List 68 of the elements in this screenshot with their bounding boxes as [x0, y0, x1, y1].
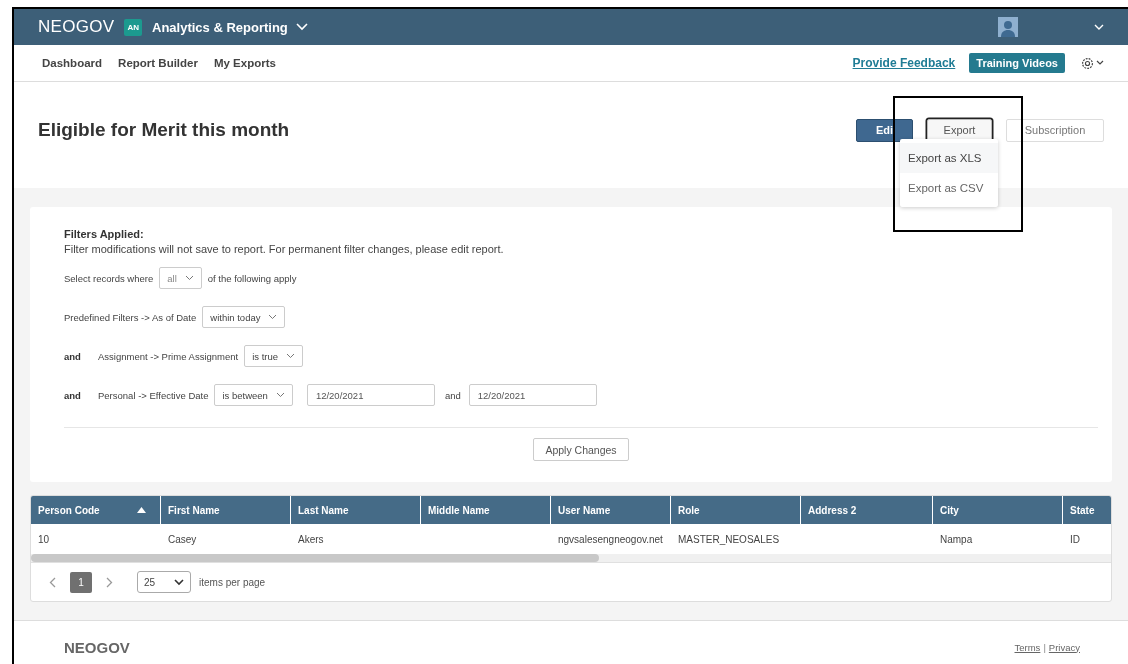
date-field[interactable]: 12/20/2021	[468, 384, 597, 406]
table-cell: Nampa	[940, 533, 973, 545]
operator-dropdown[interactable]: is true	[244, 345, 304, 367]
chevron-down-icon[interactable]	[1094, 23, 1104, 31]
filter-note: Filter modifications will not save to report. For permanent filter changes, please edit report.	[64, 243, 505, 255]
report-action-button[interactable]: Edi	[856, 118, 913, 142]
match-dropdown[interactable]: all	[159, 267, 202, 289]
filter-label: and	[444, 389, 461, 401]
operator-dropdown[interactable]: within today	[202, 306, 286, 328]
page-size-label: items per page	[199, 576, 266, 588]
table-cell: Casey	[168, 533, 197, 545]
chevron-down-icon	[1096, 60, 1104, 66]
avatar-icon[interactable]	[998, 17, 1018, 37]
page-button[interactable]: 1	[70, 571, 92, 593]
table-cell: ID	[1070, 533, 1080, 545]
column-header[interactable]: City	[933, 496, 1063, 524]
menu-item[interactable]: Export as CSV	[900, 173, 998, 203]
table-cell: 10	[38, 533, 50, 545]
settings-icon	[1081, 56, 1094, 70]
training-videos-button[interactable]: Training Videos	[969, 53, 1065, 73]
column-header[interactable]: First Name	[161, 496, 291, 524]
report-action-button[interactable]: Export	[927, 118, 992, 142]
filter-field-label: Assignment -> Prime Assignment	[98, 350, 239, 362]
nav-link[interactable]: Report Builder	[118, 57, 198, 69]
report-action-button[interactable]: Subscription	[1006, 118, 1104, 142]
date-field[interactable]: 12/20/2021	[306, 384, 435, 406]
page-size-dropdown[interactable]: 25	[137, 571, 191, 593]
column-header[interactable]: User Name	[551, 496, 671, 524]
chevron-right-icon[interactable]	[106, 576, 113, 588]
nav-link[interactable]: Dashboard	[42, 57, 103, 69]
table-cell: MASTER_NEOSALES	[678, 533, 780, 545]
chevron-down-icon	[174, 578, 184, 586]
feedback-link[interactable]: Provide Feedback	[852, 56, 956, 70]
chevron-down-icon	[275, 392, 285, 398]
filter-label: of the following apply	[207, 272, 297, 284]
nav-link[interactable]: My Exports	[213, 57, 276, 69]
brand-logo[interactable]: NEOGOV	[38, 17, 115, 37]
chevron-left-icon[interactable]	[49, 576, 56, 588]
footer-logo: NEOGOV	[64, 638, 130, 656]
filter-label: Select records where	[64, 272, 154, 284]
column-header[interactable]: Role	[671, 496, 801, 524]
conjunction-label: and	[64, 350, 82, 362]
chevron-down-icon	[268, 314, 278, 320]
column-header[interactable]: Person Code	[31, 496, 161, 524]
table-cell: Akers	[298, 533, 324, 545]
app-switcher[interactable]: Analytics & Reporting	[152, 19, 308, 35]
report-title: Eligible for Merit this month	[38, 119, 291, 141]
column-header[interactable]: Address 2	[801, 496, 933, 524]
app-badge: AN	[124, 18, 142, 36]
conjunction-label: and	[64, 389, 82, 401]
apply-changes-button[interactable]: Apply Changes	[533, 438, 629, 461]
filter-field-label: Personal -> Effective Date	[98, 389, 209, 401]
column-header[interactable]: State	[1063, 496, 1111, 524]
horizontal-scrollbar[interactable]	[31, 554, 1111, 562]
menu-item[interactable]: Export as XLS	[900, 143, 998, 173]
filter-field-label: Predefined Filters -> As of Date	[64, 311, 197, 323]
link-separator: |	[1043, 641, 1046, 653]
column-header[interactable]: Last Name	[291, 496, 421, 524]
chevron-down-icon	[184, 275, 194, 281]
table-cell: ngvsalesengneogov.net	[558, 533, 663, 545]
chevron-down-icon	[286, 353, 296, 359]
footer-link[interactable]: Terms	[1014, 641, 1041, 653]
column-header[interactable]: Middle Name	[421, 496, 551, 524]
operator-dropdown[interactable]: is between	[214, 384, 293, 406]
settings-menu-button[interactable]	[1081, 56, 1104, 70]
chevron-down-icon	[295, 23, 308, 31]
filter-heading: Filters Applied:	[64, 228, 145, 240]
footer-link[interactable]: Privacy	[1048, 641, 1080, 653]
